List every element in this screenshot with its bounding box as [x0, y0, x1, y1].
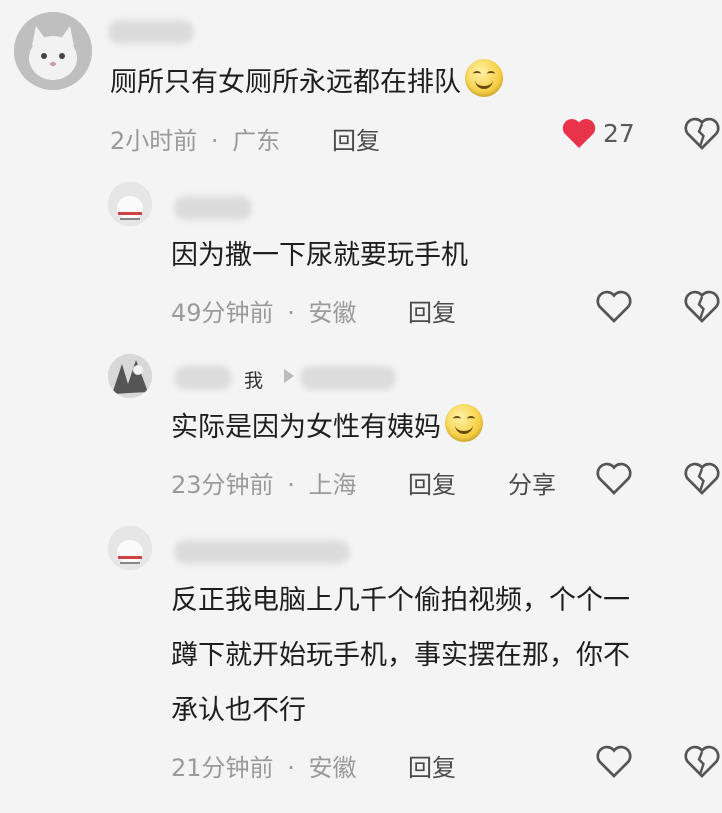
avatar[interactable]	[108, 182, 152, 226]
username-blurred[interactable]	[174, 196, 252, 220]
reply-button[interactable]: 回复	[408, 465, 456, 500]
cat-avatar-icon	[14, 12, 92, 90]
dislike-broken-heart-icon[interactable]	[684, 289, 720, 323]
reply-target-blurred[interactable]	[300, 366, 396, 390]
separator: ·	[287, 471, 295, 499]
heart-outline-icon[interactable]	[596, 744, 632, 778]
share-button[interactable]: 分享	[508, 465, 556, 500]
comment-text-line-3: 承认也不行	[171, 695, 306, 726]
avatar-image-icon	[108, 526, 152, 570]
username-blurred[interactable]	[174, 540, 350, 564]
separator: ·	[287, 754, 295, 782]
dislike-broken-heart-icon[interactable]	[684, 461, 720, 495]
comment-text: 实际是因为女性有姨妈	[171, 401, 483, 455]
username-blurred[interactable]	[108, 20, 194, 44]
heart-outline-icon[interactable]	[596, 461, 632, 495]
reply-button[interactable]: 回复	[408, 293, 456, 328]
comment-location: 广东	[232, 127, 281, 155]
reply-button[interactable]: 回复	[408, 748, 456, 783]
comment-meta: 49分钟前 · 安徽 回复	[171, 293, 456, 328]
comment-location: 安徽	[308, 299, 357, 327]
comment-time: 2小时前	[110, 127, 198, 155]
comment-time: 21分钟前	[171, 754, 274, 782]
play-arrow-icon	[284, 369, 294, 383]
comment-text: 厕所只有女厕所永远都在排队	[110, 56, 503, 110]
heart-filled-icon[interactable]	[561, 116, 597, 150]
reply-button[interactable]: 回复	[332, 121, 380, 156]
avatar-image-icon	[108, 354, 152, 398]
avatar[interactable]	[108, 354, 152, 398]
grin-emoji-icon	[445, 404, 483, 442]
separator: ·	[210, 127, 219, 155]
comment-meta: 23分钟前 · 上海 回复 分享	[171, 465, 556, 500]
avatar[interactable]	[108, 526, 152, 570]
comment-text: 因为撒一下尿就要玩手机	[171, 240, 468, 271]
heart-outline-icon[interactable]	[596, 289, 632, 323]
comment-location: 安徽	[308, 754, 357, 782]
dislike-broken-heart-icon[interactable]	[684, 116, 720, 150]
comment-time: 49分钟前	[171, 299, 274, 327]
dislike-broken-heart-icon[interactable]	[684, 744, 720, 778]
comment-meta: 2小时前 · 广东 回复	[110, 121, 380, 156]
username-blurred[interactable]	[174, 366, 232, 390]
avatar-image-icon	[108, 182, 152, 226]
like-count: 27	[603, 119, 635, 148]
comment-text-line-1: 反正我电脑上几千个偷拍视频，个个一	[171, 585, 630, 616]
smile-emoji-icon	[465, 59, 503, 97]
me-tag: 我	[244, 370, 264, 392]
comment-meta: 21分钟前 · 安徽 回复	[171, 748, 456, 783]
avatar[interactable]	[14, 12, 92, 90]
comment-location: 上海	[308, 471, 357, 499]
comment-time: 23分钟前	[171, 471, 274, 499]
comment-text-line-2: 蹲下就开始玩手机，事实摆在那，你不	[171, 640, 630, 671]
separator: ·	[287, 299, 295, 327]
